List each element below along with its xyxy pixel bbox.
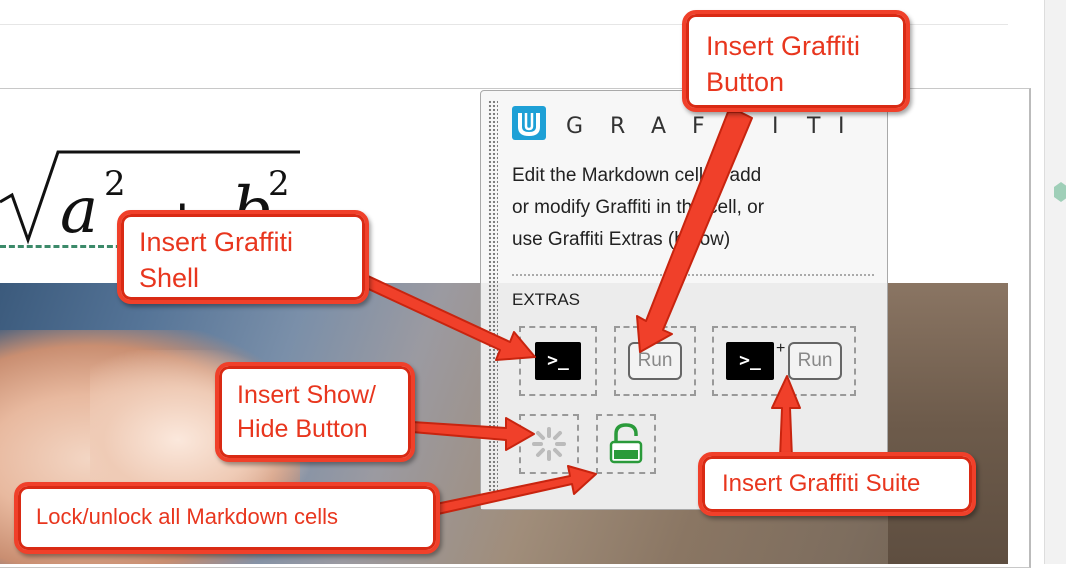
callout-line: Button — [706, 67, 785, 97]
callout-insert-shell: Insert Graffiti Shell — [117, 210, 369, 304]
callout-suite: Insert Graffiti Suite — [698, 452, 976, 516]
callout-text: Insert Graffiti Button — [706, 28, 860, 100]
callout-line: Hide Button — [237, 415, 368, 443]
callout-line: Shell — [139, 263, 200, 293]
callout-line: Insert Graffiti — [706, 31, 861, 61]
callout-show-hide: Insert Show/ Hide Button — [215, 362, 415, 462]
callout-text: Insert Graffiti Suite — [722, 470, 921, 497]
callout-insert-button: Insert Graffiti Button — [682, 10, 910, 112]
callout-lock: Lock/unlock all Markdown cells — [14, 482, 440, 554]
callout-line: Insert Show/ — [237, 381, 376, 409]
callout-text: Insert Show/ Hide Button — [237, 378, 376, 446]
callout-text: Insert Graffiti Shell — [139, 224, 293, 296]
callout-line: Insert Graffiti — [139, 227, 294, 257]
callout-text: Lock/unlock all Markdown cells — [36, 504, 339, 529]
